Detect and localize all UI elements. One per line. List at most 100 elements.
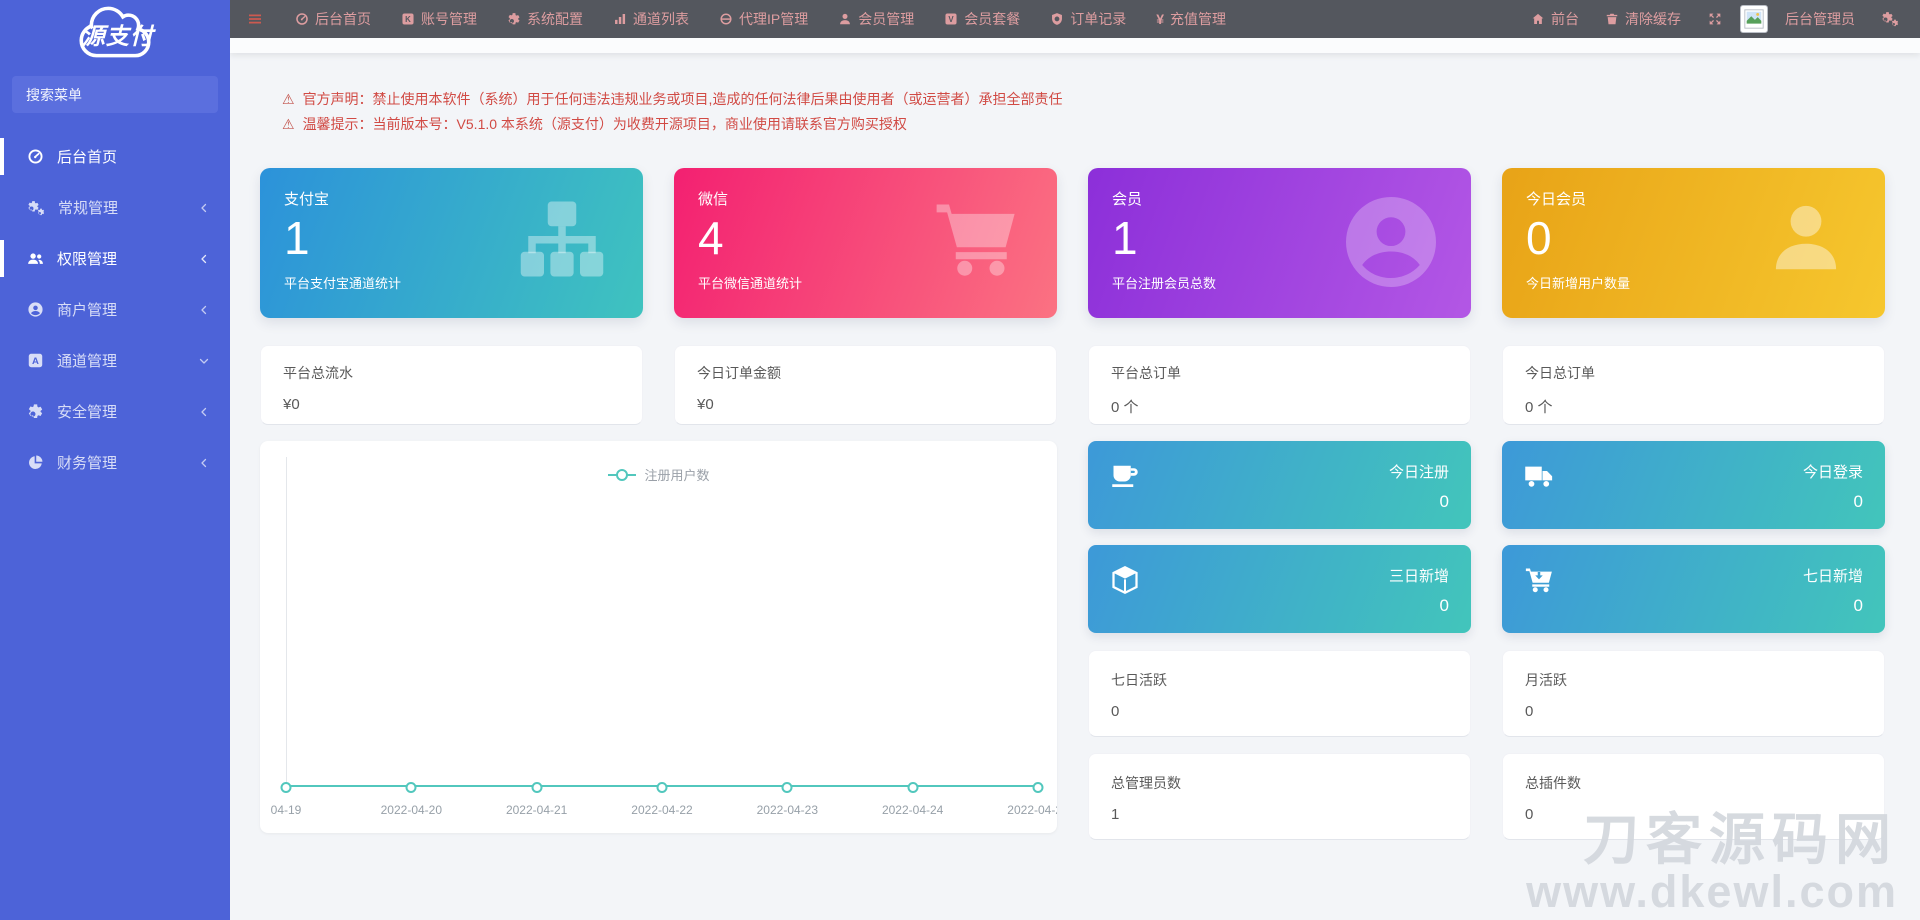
mini-stat-label: 平台总流水 bbox=[283, 365, 353, 381]
nav-label: 会员管理 bbox=[858, 11, 915, 27]
watermark-url: www.dkewl.com bbox=[1526, 866, 1898, 918]
hamburger-menu-icon[interactable] bbox=[230, 0, 280, 38]
sitemap-icon bbox=[517, 194, 607, 284]
pie-chart-icon bbox=[27, 454, 44, 471]
sidebar-item-channels[interactable]: 通道管理 bbox=[0, 335, 230, 386]
chart-y-axis bbox=[286, 457, 287, 787]
sidebar-item-label: 权限管理 bbox=[57, 251, 118, 268]
gear-icon bbox=[27, 403, 44, 420]
nav-order-records[interactable]: 订单记录 bbox=[1035, 0, 1141, 38]
chevron-left-icon bbox=[198, 406, 210, 418]
stat-card-row: 支付宝 1 平台支付宝通道统计 微信 4 平台微信通道统计 会员 1 平台注册会… bbox=[260, 168, 1885, 318]
tile-today-login: 今日登录 0 bbox=[1502, 441, 1885, 529]
stat-card-wechat: 微信 4 平台微信通道统计 bbox=[674, 168, 1057, 318]
coffee-icon bbox=[1110, 461, 1140, 491]
internet-e-icon bbox=[719, 12, 733, 26]
nav-system-config[interactable]: 系统配置 bbox=[492, 0, 598, 38]
nav-accounts[interactable]: 账号管理 bbox=[386, 0, 492, 38]
avatar[interactable] bbox=[1740, 5, 1768, 33]
tile-label: 七日新增 bbox=[1802, 568, 1863, 585]
sidebar-item-dashboard[interactable]: 后台首页 bbox=[0, 131, 230, 182]
registered-users-chart: 注册用户数 04-19 2022-04-20 2022-04-21 2022-0… bbox=[260, 441, 1057, 833]
admin-name: 后台管理员 bbox=[1785, 11, 1855, 27]
expand-arrows-icon bbox=[1707, 11, 1723, 27]
data-point bbox=[280, 782, 292, 793]
sidebar-item-finance[interactable]: 财务管理 bbox=[0, 437, 230, 488]
chevron-left-icon bbox=[198, 304, 210, 316]
sidebar-search[interactable] bbox=[12, 76, 218, 113]
gauge-icon bbox=[295, 12, 309, 26]
admin-dropdown[interactable]: 后台管理员 bbox=[1772, 0, 1868, 38]
settings-button[interactable] bbox=[1868, 0, 1912, 38]
chevron-left-icon bbox=[198, 457, 210, 469]
tile-seven-day-new: 七日新增 0 bbox=[1502, 545, 1885, 633]
user-icon bbox=[1763, 194, 1849, 280]
mini-stat-value: 0 个 bbox=[1111, 399, 1139, 416]
sidebar-item-label: 财务管理 bbox=[57, 455, 118, 472]
search-input[interactable] bbox=[24, 85, 209, 104]
sidebar-item-general[interactable]: 常规管理 bbox=[0, 182, 230, 233]
tile-label: 三日新增 bbox=[1388, 568, 1449, 585]
tile-value: 0 bbox=[1853, 596, 1863, 615]
x-tick-label: 2022-04-25 bbox=[1007, 803, 1057, 817]
watermark: 刀客源码网 www.dkewl.com bbox=[1526, 810, 1898, 918]
legend-line-marker-icon bbox=[607, 473, 636, 476]
alerts: ⚠ 官方声明：禁止使用本软件（系统）用于任何违法违规业务或项目,造成的任何法律后… bbox=[282, 86, 1062, 136]
nav-label: 后台首页 bbox=[315, 11, 371, 27]
clear-cache-button[interactable]: 清除缓存 bbox=[1592, 0, 1694, 38]
tile-label: 今日登录 bbox=[1802, 464, 1863, 481]
mini-stat-total-flow: 平台总流水 ¥0 bbox=[260, 345, 643, 425]
app-logo: 源支付 bbox=[0, 0, 230, 60]
chart-legend[interactable]: 注册用户数 bbox=[607, 465, 710, 484]
gear-icon bbox=[507, 12, 521, 26]
mini-stat-row: 平台总流水 ¥0 今日订单金额 ¥0 平台总订单 0 个 今日总订单 0 个 bbox=[260, 345, 1885, 425]
sidebar-item-label: 通道管理 bbox=[57, 353, 118, 370]
cogs-icon bbox=[27, 200, 45, 216]
nav-label: 通道列表 bbox=[633, 11, 689, 27]
legend-label: 注册用户数 bbox=[644, 468, 710, 483]
user-icon bbox=[838, 12, 852, 26]
mini-stat-label: 平台总订单 bbox=[1111, 365, 1181, 381]
nav-label: 充值管理 bbox=[1170, 11, 1227, 27]
tile-label: 七日活跃 bbox=[1111, 672, 1167, 688]
sidebar-item-security[interactable]: 安全管理 bbox=[0, 386, 230, 437]
nav-channel-list[interactable]: 通道列表 bbox=[598, 0, 704, 38]
mini-stat-total-orders: 平台总订单 0 个 bbox=[1088, 345, 1471, 425]
nav-recharge[interactable]: ¥ 充值管理 bbox=[1141, 0, 1241, 38]
truck-icon bbox=[1524, 461, 1554, 491]
mini-stat-label: 今日总订单 bbox=[1525, 365, 1595, 381]
nav-dashboard[interactable]: 后台首页 bbox=[280, 0, 386, 38]
nav-member-plans[interactable]: 会员套餐 bbox=[929, 0, 1035, 38]
sidebar-item-permissions[interactable]: 权限管理 bbox=[0, 233, 230, 284]
alert-version: ⚠ 温馨提示：当前版本号：V5.1.0 本系统（源支付）为收费开源项目，商业使用… bbox=[282, 111, 1062, 136]
stat-card-members: 会员 1 平台注册会员总数 bbox=[1088, 168, 1471, 318]
sidebar-item-label: 商户管理 bbox=[57, 302, 118, 319]
tile-value: 0 bbox=[1853, 492, 1863, 511]
stat-card-alipay: 支付宝 1 平台支付宝通道统计 bbox=[260, 168, 643, 318]
account-square-icon bbox=[401, 12, 415, 26]
tile-label: 今日注册 bbox=[1388, 464, 1449, 481]
package-square-icon bbox=[944, 12, 958, 26]
mini-stat-label: 今日订单金额 bbox=[697, 365, 781, 381]
tile-three-day-new: 三日新增 0 bbox=[1088, 545, 1471, 633]
data-point bbox=[1032, 782, 1044, 793]
warning-icon: ⚠ bbox=[282, 115, 295, 132]
fullscreen-button[interactable] bbox=[1694, 0, 1736, 38]
tile-total-admins: 总管理员数 1 bbox=[1088, 753, 1471, 840]
sidebar-item-merchants[interactable]: 商户管理 bbox=[0, 284, 230, 335]
users-icon bbox=[27, 250, 44, 267]
topbar: 后台首页 账号管理 系统配置 通道列表 代理IP管理 会员管理 会员套餐 订单记… bbox=[230, 0, 1920, 38]
mini-stat-today-amount: 今日订单金额 ¥0 bbox=[674, 345, 1057, 425]
nav-proxy-ip[interactable]: 代理IP管理 bbox=[704, 0, 823, 38]
tile-value: 0 bbox=[1439, 596, 1449, 615]
user-circle-icon bbox=[27, 301, 44, 318]
front-site-button[interactable]: 前台 bbox=[1518, 0, 1592, 38]
warning-icon: ⚠ bbox=[282, 90, 295, 107]
tile-today-register: 今日注册 0 bbox=[1088, 441, 1471, 529]
nav-members[interactable]: 会员管理 bbox=[823, 0, 929, 38]
signal-bars-icon bbox=[613, 12, 627, 26]
tile-month-active: 月活跃 0 bbox=[1502, 650, 1885, 737]
chevron-left-icon bbox=[198, 202, 210, 214]
logo-text: 源支付 bbox=[81, 23, 154, 49]
badge-icon bbox=[1050, 12, 1064, 26]
